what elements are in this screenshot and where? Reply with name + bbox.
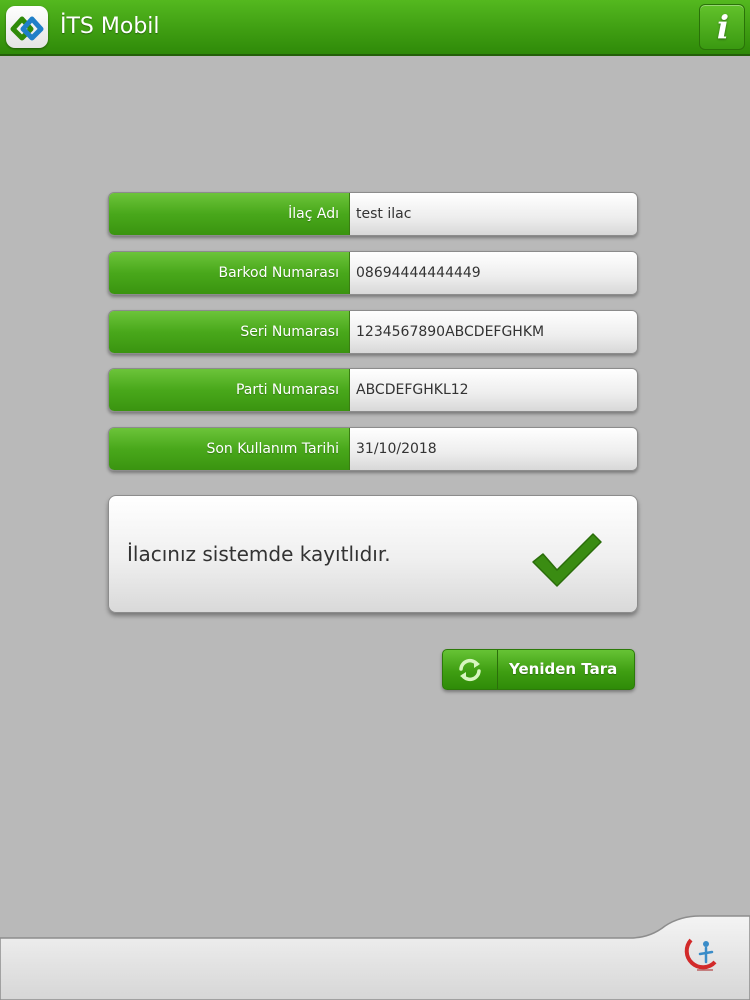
checkmark-icon (532, 533, 602, 587)
field-row-barcode: Barkod Numarası 08694444444449 (108, 251, 638, 295)
status-card: İlacınız sistemde kayıtlıdır. (108, 495, 638, 613)
info-button[interactable]: i (699, 4, 745, 50)
field-value: ABCDEFGHKL12 (349, 369, 637, 411)
field-label: İlaç Adı (109, 193, 349, 235)
field-value: test ilac (349, 193, 637, 235)
bottom-bar (0, 915, 750, 1000)
field-row-batch: Parti Numarası ABCDEFGHKL12 (108, 368, 638, 412)
rescan-icon-cell (443, 650, 498, 689)
info-icon: i (716, 8, 730, 46)
field-row-expiry: Son Kullanım Tarihi 31/10/2018 (108, 427, 638, 471)
app-header: İTS Mobil i (0, 0, 750, 56)
status-message: İlacınız sistemde kayıtlıdır. (127, 542, 391, 566)
field-value: 08694444444449 (349, 252, 637, 294)
ministry-of-health-logo (684, 938, 717, 971)
field-label: Parti Numarası (109, 369, 349, 411)
refresh-icon (459, 658, 481, 682)
field-label: Barkod Numarası (109, 252, 349, 294)
field-row-drug-name: İlaç Adı test ilac (108, 192, 638, 236)
rescan-button[interactable]: Yeniden Tara (442, 649, 635, 690)
its-logo-icon (6, 6, 48, 48)
field-value: 1234567890ABCDEFGHKM (349, 311, 637, 353)
app-title: İTS Mobil (60, 14, 160, 39)
field-label: Son Kullanım Tarihi (109, 428, 349, 470)
field-value: 31/10/2018 (349, 428, 637, 470)
field-label: Seri Numarası (109, 311, 349, 353)
field-row-serial: Seri Numarası 1234567890ABCDEFGHKM (108, 310, 638, 354)
rescan-label: Yeniden Tara (509, 660, 618, 678)
